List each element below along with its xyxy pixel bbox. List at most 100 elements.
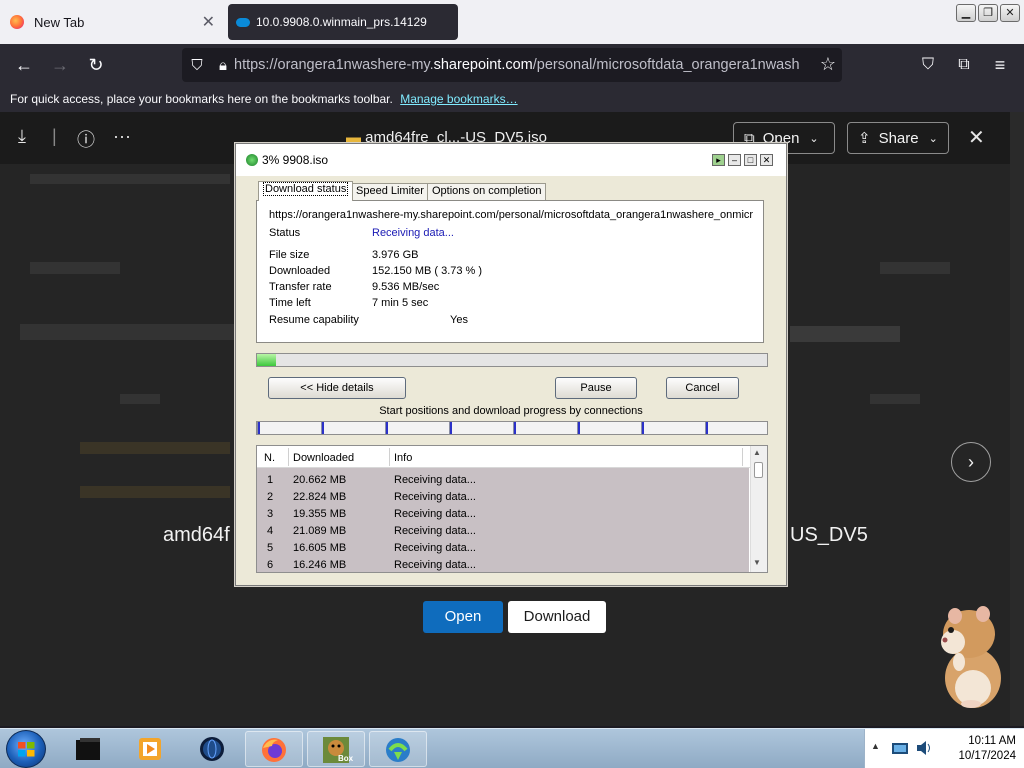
share-button[interactable]: ⇪ Share ⌄	[847, 122, 949, 154]
extensions-icon[interactable]: ⧉	[951, 52, 977, 78]
navigation-bar: ← → ↻ ⛉ 🔒︎ https://orangera1nwashere-my.…	[0, 44, 1024, 86]
download-icon[interactable]: ⤓	[18, 126, 26, 147]
bookmark-star-icon[interactable]: ☆	[820, 54, 836, 75]
info-icon[interactable]: ⓘ	[77, 126, 95, 152]
pocket-icon[interactable]: ⛉	[915, 52, 941, 78]
firefox-icon	[10, 15, 24, 29]
url-text[interactable]: https://orangera1nwashere-my.sharepoint.…	[234, 57, 799, 73]
connection-segment	[449, 422, 513, 434]
close-tab-icon[interactable]: ✕	[202, 12, 215, 32]
hamster-mascot-icon[interactable]	[935, 600, 1007, 710]
taskbar-firefox[interactable]	[245, 731, 303, 767]
menu-icon[interactable]: ≡	[987, 52, 1013, 78]
scroll-thumb[interactable]	[754, 462, 763, 478]
system-tray: ▲ 10:11 AM 10/17/2024	[864, 729, 1024, 768]
column-header-downloaded[interactable]: Downloaded	[293, 452, 354, 464]
tab-new-tab[interactable]: New Tab ✕	[0, 0, 225, 44]
download-url: https://orangera1nwashere-my.sharepoint.…	[269, 209, 753, 221]
next-file-button[interactable]: ›	[951, 442, 991, 482]
file-size-row: File size 3.976 GB	[269, 249, 419, 261]
bookmarks-hint: For quick access, place your bookmarks h…	[10, 92, 393, 106]
restore-button[interactable]: ❐	[978, 4, 998, 22]
windows-logo-icon	[18, 742, 35, 757]
close-window-button[interactable]: ✕	[1000, 4, 1020, 22]
column-header-n[interactable]: N.	[264, 452, 275, 464]
taskbar-globe-app[interactable]	[184, 731, 242, 767]
scroll-up-icon[interactable]: ▲	[753, 448, 761, 457]
connection-segment	[513, 422, 577, 434]
address-bar[interactable]: ⛉ 🔒︎ https://orangera1nwashere-my.sharep…	[182, 48, 842, 82]
more-options-icon[interactable]: ···	[113, 126, 131, 147]
tab-speed-limiter[interactable]: Speed Limiter	[351, 183, 429, 200]
connections-caption: Start positions and download progress by…	[379, 405, 643, 417]
tab-options-on-completion[interactable]: Options on completion	[427, 183, 547, 200]
open-button[interactable]: Open	[423, 601, 503, 633]
page-scrollbar[interactable]	[1010, 112, 1024, 726]
reload-icon[interactable]: ↻	[83, 52, 109, 78]
cancel-button[interactable]: Cancel	[666, 377, 739, 399]
table-row[interactable]: 4 21.089 MB Receiving data...	[257, 523, 749, 540]
idm-icon	[386, 738, 410, 762]
globe-icon	[200, 737, 224, 761]
onedrive-icon	[236, 17, 250, 27]
volume-icon[interactable]	[915, 739, 933, 757]
box-app-label: Box	[338, 754, 354, 763]
download-button[interactable]: Download	[508, 601, 606, 633]
scroll-down-icon[interactable]: ▼	[753, 558, 761, 567]
taskbar-media-player[interactable]	[122, 731, 180, 767]
table-row[interactable]: 5 16.605 MB Receiving data...	[257, 540, 749, 557]
blurred-text	[80, 442, 230, 454]
table-row[interactable]: 3 19.355 MB Receiving data...	[257, 506, 749, 523]
resume-capability-row: Resume capability Yes	[269, 314, 468, 326]
forward-icon[interactable]: →	[47, 52, 73, 78]
column-header-info[interactable]: Info	[394, 452, 412, 464]
clock-date: 10/17/2024	[958, 750, 1016, 762]
connections-table: N. Downloaded Info 1 20.662 MB Receiving…	[256, 445, 768, 573]
dialog-minimize-button[interactable]: –	[728, 154, 741, 166]
tab-title: 10.0.9908.0.winmain_prs.14129	[256, 15, 427, 29]
firefox-icon	[262, 738, 286, 762]
taskbar-idm[interactable]	[369, 731, 427, 767]
table-row[interactable]: 6 16.246 MB Receiving data...	[257, 557, 749, 572]
blurred-text	[870, 394, 920, 404]
dialog-close-button[interactable]: ✕	[760, 154, 773, 166]
blurred-text	[790, 326, 900, 342]
taskbar-terminal[interactable]	[60, 731, 118, 767]
blurred-text	[30, 174, 230, 184]
tab-sharepoint[interactable]: 10.0.9908.0.winmain_prs.14129	[228, 4, 458, 40]
blurred-text	[20, 324, 240, 340]
show-hidden-icons-icon[interactable]: ▲	[871, 741, 880, 751]
idm-icon: ▸	[712, 154, 725, 166]
tab-download-status[interactable]: Download status	[258, 181, 354, 201]
manage-bookmarks-link[interactable]: Manage bookmarks…	[400, 92, 517, 106]
blurred-text	[880, 262, 950, 274]
tab-title: New Tab	[34, 14, 85, 30]
downloaded-row: Downloaded 152.150 MB ( 3.73 % )	[269, 265, 483, 277]
clock[interactable]: 10:11 AM 10/17/2024	[958, 734, 1016, 764]
blurred-text	[120, 394, 160, 404]
network-icon[interactable]	[891, 741, 909, 757]
lock-icon[interactable]: 🔒︎	[212, 57, 234, 74]
pause-button[interactable]: Pause	[555, 377, 637, 399]
dialog-title: 3% 9908.iso	[246, 153, 328, 167]
status-row: Status Receiving data...	[269, 227, 454, 239]
table-row[interactable]: 1 20.662 MB Receiving data...	[257, 472, 749, 489]
dialog-title-bar[interactable]: 3% 9908.iso ▸ – □ ✕	[236, 144, 786, 176]
close-viewer-icon[interactable]: ✕	[968, 125, 985, 150]
shield-icon[interactable]: ⛉	[182, 57, 212, 74]
start-button[interactable]	[6, 730, 46, 768]
dialog-maximize-button[interactable]: □	[744, 154, 757, 166]
table-scrollbar[interactable]: ▲ ▼	[750, 446, 767, 572]
idm-globe-icon	[246, 154, 258, 166]
time-left-row: Time left 7 min 5 sec	[269, 297, 429, 309]
download-status-panel: https://orangera1nwashere-my.sharepoint.…	[256, 200, 764, 343]
chevron-down-icon: ⌄	[809, 132, 819, 145]
minimize-button[interactable]: ▁	[956, 4, 976, 22]
hide-details-button[interactable]: << Hide details	[268, 377, 406, 399]
bookmarks-toolbar: For quick access, place your bookmarks h…	[0, 86, 1024, 112]
taskbar-box-app[interactable]: Box	[307, 731, 365, 767]
file-name-right: US_DV5	[790, 524, 868, 546]
connection-segment	[257, 422, 321, 434]
back-icon[interactable]: ←	[11, 52, 37, 78]
table-row[interactable]: 2 22.824 MB Receiving data...	[257, 489, 749, 506]
